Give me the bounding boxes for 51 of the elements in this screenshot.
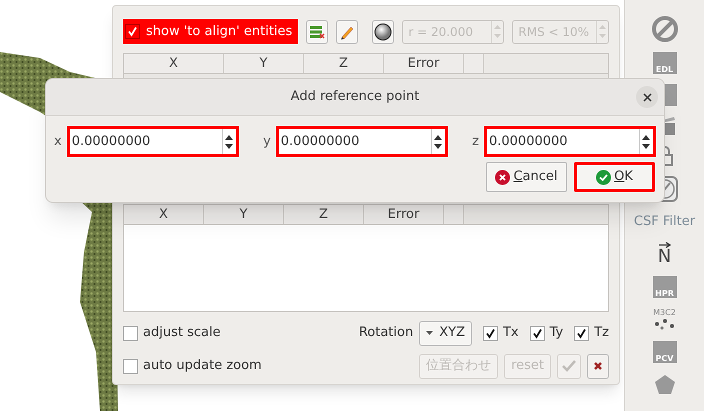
coordinate-label: y xyxy=(263,132,271,151)
rotation-dropdown[interactable]: XYZ xyxy=(419,320,472,346)
up-arrow-icon[interactable] xyxy=(225,134,234,140)
check-icon xyxy=(562,360,576,372)
layers-button[interactable] xyxy=(306,20,328,44)
column-header[interactable]: Z xyxy=(304,54,384,73)
dialog-title: Add reference point xyxy=(290,88,420,106)
show-entities-checkbox[interactable]: show 'to align' entities xyxy=(123,19,298,44)
column-header[interactable]: Error xyxy=(384,54,464,73)
sphere-icon xyxy=(374,22,392,40)
down-arrow-icon[interactable] xyxy=(225,144,234,148)
coordinate-field[interactable]: 0.00000000 xyxy=(484,126,656,157)
close-button[interactable] xyxy=(587,354,609,378)
auto-update-zoom-checkbox[interactable]: auto update zoom xyxy=(123,356,262,376)
checkbox[interactable] xyxy=(482,326,498,340)
checkbox[interactable] xyxy=(123,358,138,374)
checkbox[interactable] xyxy=(574,326,590,340)
coordinate-field[interactable]: 0.00000000 xyxy=(276,126,448,157)
column-header[interactable]: Y xyxy=(204,205,284,224)
check-icon xyxy=(596,170,612,184)
down-arrow-icon[interactable] xyxy=(642,144,650,148)
checkbox[interactable] xyxy=(125,24,140,39)
checkbox[interactable] xyxy=(123,326,138,340)
up-arrow-icon[interactable] xyxy=(434,134,442,140)
column-header[interactable]: Error xyxy=(364,205,444,224)
close-icon xyxy=(593,361,603,371)
translation-checkbox[interactable]: Tz xyxy=(574,323,609,343)
close-button[interactable] xyxy=(636,86,658,108)
column-header[interactable]: X xyxy=(124,205,204,224)
forbidden-icon[interactable] xyxy=(652,16,678,42)
pencil-button[interactable] xyxy=(336,20,358,44)
up-arrow-icon[interactable] xyxy=(642,134,650,140)
sphere-button[interactable] xyxy=(372,20,394,44)
caret-icon xyxy=(426,331,434,335)
adjust-scale-checkbox[interactable]: adjust scale xyxy=(123,323,221,343)
cancel-button[interactable]: Cancel xyxy=(486,162,567,192)
cancel-icon xyxy=(495,170,510,184)
down-arrow-icon[interactable] xyxy=(434,144,442,148)
ok-button[interactable]: OK xyxy=(574,162,655,192)
translation-checkbox[interactable]: Tx xyxy=(482,323,519,343)
column-header[interactable]: X xyxy=(124,54,224,73)
column-header[interactable]: Z xyxy=(284,205,364,224)
rotation-label: Rotation xyxy=(358,324,414,342)
coordinate-field[interactable]: 0.00000000 xyxy=(66,126,239,157)
coordinate-label: z xyxy=(472,132,479,151)
column-header[interactable]: Y xyxy=(224,54,304,73)
close-icon xyxy=(642,92,652,102)
checkbox[interactable] xyxy=(530,326,545,340)
coordinate-label: x xyxy=(54,132,62,151)
translation-checkbox[interactable]: Ty xyxy=(530,323,564,343)
layers-icon xyxy=(309,24,326,38)
